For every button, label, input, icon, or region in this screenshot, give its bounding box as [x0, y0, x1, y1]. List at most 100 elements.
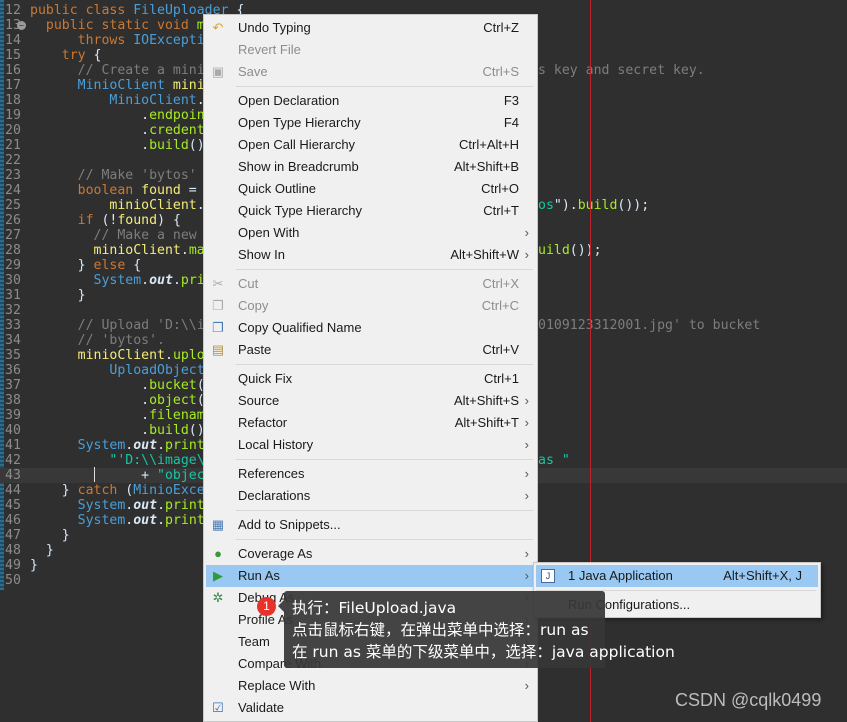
- menu-item-paste[interactable]: ▤ Paste Ctrl+V: [206, 339, 535, 361]
- menu-item-label: Show In: [238, 247, 285, 262]
- code-token: .: [30, 138, 150, 153]
- code-token: build: [149, 138, 189, 153]
- bug-icon: ✲: [212, 590, 224, 605]
- menu-item-label: Source: [238, 393, 280, 408]
- code-token: // Create a minioCl: [30, 63, 229, 78]
- coverage-icon: ●: [214, 546, 222, 561]
- submenu-item-1-java-application[interactable]: J 1 Java Application Alt+Shift+X, J: [536, 565, 818, 587]
- code-token: .: [30, 393, 150, 408]
- menu-item-open-with[interactable]: Open With ›: [206, 222, 535, 244]
- line-number: 44: [5, 483, 21, 498]
- menu-item-show-in-breadcrumb[interactable]: Show in Breadcrumb Alt+Shift+B: [206, 156, 535, 178]
- menu-item-local-history[interactable]: Local History ›: [206, 434, 535, 456]
- code-text: // Make 'bytos' buc: [30, 168, 229, 183]
- code-text: "'D:\\image\\IN: [30, 453, 228, 468]
- line-number: 18: [5, 93, 21, 108]
- code-token: .: [157, 438, 166, 453]
- menu-item-open-call-hierarchy[interactable]: Open Call Hierarchy Ctrl+Alt+H: [206, 134, 535, 156]
- line-number: 38: [5, 393, 21, 408]
- line-number: 17: [5, 78, 21, 93]
- code-token: UploadObjectArg: [30, 363, 229, 378]
- menu-separator: [236, 364, 533, 365]
- menu-item-declarations[interactable]: Declarations ›: [206, 485, 535, 507]
- menu-item-revert-file[interactable]: Revert File: [206, 39, 535, 61]
- code-token: .: [172, 273, 181, 288]
- code-token: found: [141, 183, 181, 198]
- code-text: minioClient.buc: [30, 198, 228, 213]
- annotation-line: 执行：FileUpload.java: [292, 599, 457, 617]
- code-token: }: [30, 543, 54, 558]
- menu-item-show-in[interactable]: Show In Alt+Shift+W ›: [206, 244, 535, 266]
- menu-item-shortcut: Alt+Shift+T: [454, 415, 519, 430]
- line-number: 43: [5, 468, 21, 483]
- menu-item-quick-outline[interactable]: Quick Outline Ctrl+O: [206, 178, 535, 200]
- code-token: out: [133, 513, 158, 528]
- code-token: public class: [30, 3, 134, 18]
- code-token: try: [30, 48, 94, 63]
- chevron-right-icon: ›: [524, 437, 529, 452]
- line-number: 12: [5, 3, 21, 18]
- code-token: .: [164, 348, 173, 363]
- annotation-tooltip: 执行：FileUpload.java 点击鼠标右键，在弹出菜单中选择：run a…: [284, 591, 675, 668]
- menu-item-add-to-snippets[interactable]: ▦ Add to Snippets...: [206, 514, 535, 536]
- code-token: System: [30, 498, 126, 513]
- undo-icon: ↶: [212, 20, 224, 35]
- code-text: + "object ': [30, 468, 228, 483]
- menu-item-run-as[interactable]: ▶ Run As ›: [206, 565, 535, 587]
- menu-item-label: Paste: [238, 342, 272, 357]
- code-token: System: [30, 513, 126, 528]
- checkbox-icon: ☑: [212, 700, 224, 715]
- code-text: .endpoint(': [30, 108, 228, 123]
- code-token: ());: [617, 198, 650, 213]
- code-token: uild: [538, 243, 570, 258]
- chevron-right-icon: ›: [524, 225, 529, 240]
- code-text: if (!found) {: [30, 213, 181, 228]
- chevron-right-icon: ›: [524, 393, 529, 408]
- code-text: minioClient.uploadC: [30, 348, 229, 363]
- menu-item-open-declaration[interactable]: Open Declaration F3: [206, 90, 535, 112]
- menu-item-source[interactable]: Source Alt+Shift+S ›: [206, 390, 535, 412]
- scissors-icon: ✂: [212, 276, 224, 291]
- code-token: .: [30, 423, 150, 438]
- menu-item-copy[interactable]: ❐ Copy Ctrl+C: [206, 295, 535, 317]
- menu-item-quick-fix[interactable]: Quick Fix Ctrl+1: [206, 368, 535, 390]
- menu-item-refactor[interactable]: Refactor Alt+Shift+T ›: [206, 412, 535, 434]
- menu-item-shortcut: Ctrl+O: [481, 181, 519, 196]
- java-app-icon: J: [541, 569, 555, 583]
- line-number: 29: [5, 258, 21, 273]
- code-token: // Make a new buc: [30, 228, 229, 243]
- menu-item-references[interactable]: References ›: [206, 463, 535, 485]
- code-text: MinioClient.bui: [30, 93, 228, 108]
- menu-item-validate[interactable]: ☑ Validate: [206, 697, 535, 719]
- line-number: 40: [5, 423, 21, 438]
- text-caret: [94, 467, 95, 482]
- line-number: 35: [5, 348, 21, 363]
- menu-item-cut[interactable]: ✂ Cut Ctrl+X: [206, 273, 535, 295]
- menu-item-copy-qualified-name[interactable]: ❐ Copy Qualified Name: [206, 317, 535, 339]
- code-token: .: [180, 243, 189, 258]
- menu-item-save[interactable]: ▣ Save Ctrl+S: [206, 61, 535, 83]
- menu-item-label: Refactor: [238, 415, 288, 430]
- code-token: .: [157, 513, 166, 528]
- menu-item-open-type-hierarchy[interactable]: Open Type Hierarchy F4: [206, 112, 535, 134]
- menu-item-undo-typing[interactable]: ↶ Undo Typing Ctrl+Z: [206, 17, 535, 39]
- menu-item-label: Quick Type Hierarchy: [238, 203, 363, 218]
- submenu-item-label: 1 Java Application: [568, 568, 673, 583]
- code-token: .: [30, 108, 150, 123]
- fold-collapse-icon[interactable]: −: [17, 21, 26, 30]
- menu-item-coverage-as[interactable]: ● Coverage As ›: [206, 543, 535, 565]
- code-token: out: [149, 273, 173, 288]
- code-text-right: uild());: [538, 243, 602, 258]
- code-token: if: [30, 213, 102, 228]
- menu-item-label: Coverage As: [238, 546, 313, 561]
- watermark: CSDN @cqlk0499: [675, 690, 822, 710]
- code-token: boolean: [30, 183, 142, 198]
- menu-item-quick-type-hierarchy[interactable]: Quick Type Hierarchy Ctrl+T: [206, 200, 535, 222]
- chevron-right-icon: ›: [524, 568, 529, 583]
- code-token: object: [149, 393, 197, 408]
- code-token: (!: [101, 213, 118, 228]
- line-number: 14: [5, 33, 21, 48]
- menu-item-replace-with[interactable]: Replace With ›: [206, 675, 535, 697]
- run-icon: ▶: [213, 568, 223, 583]
- code-token: minioClient: [30, 348, 165, 363]
